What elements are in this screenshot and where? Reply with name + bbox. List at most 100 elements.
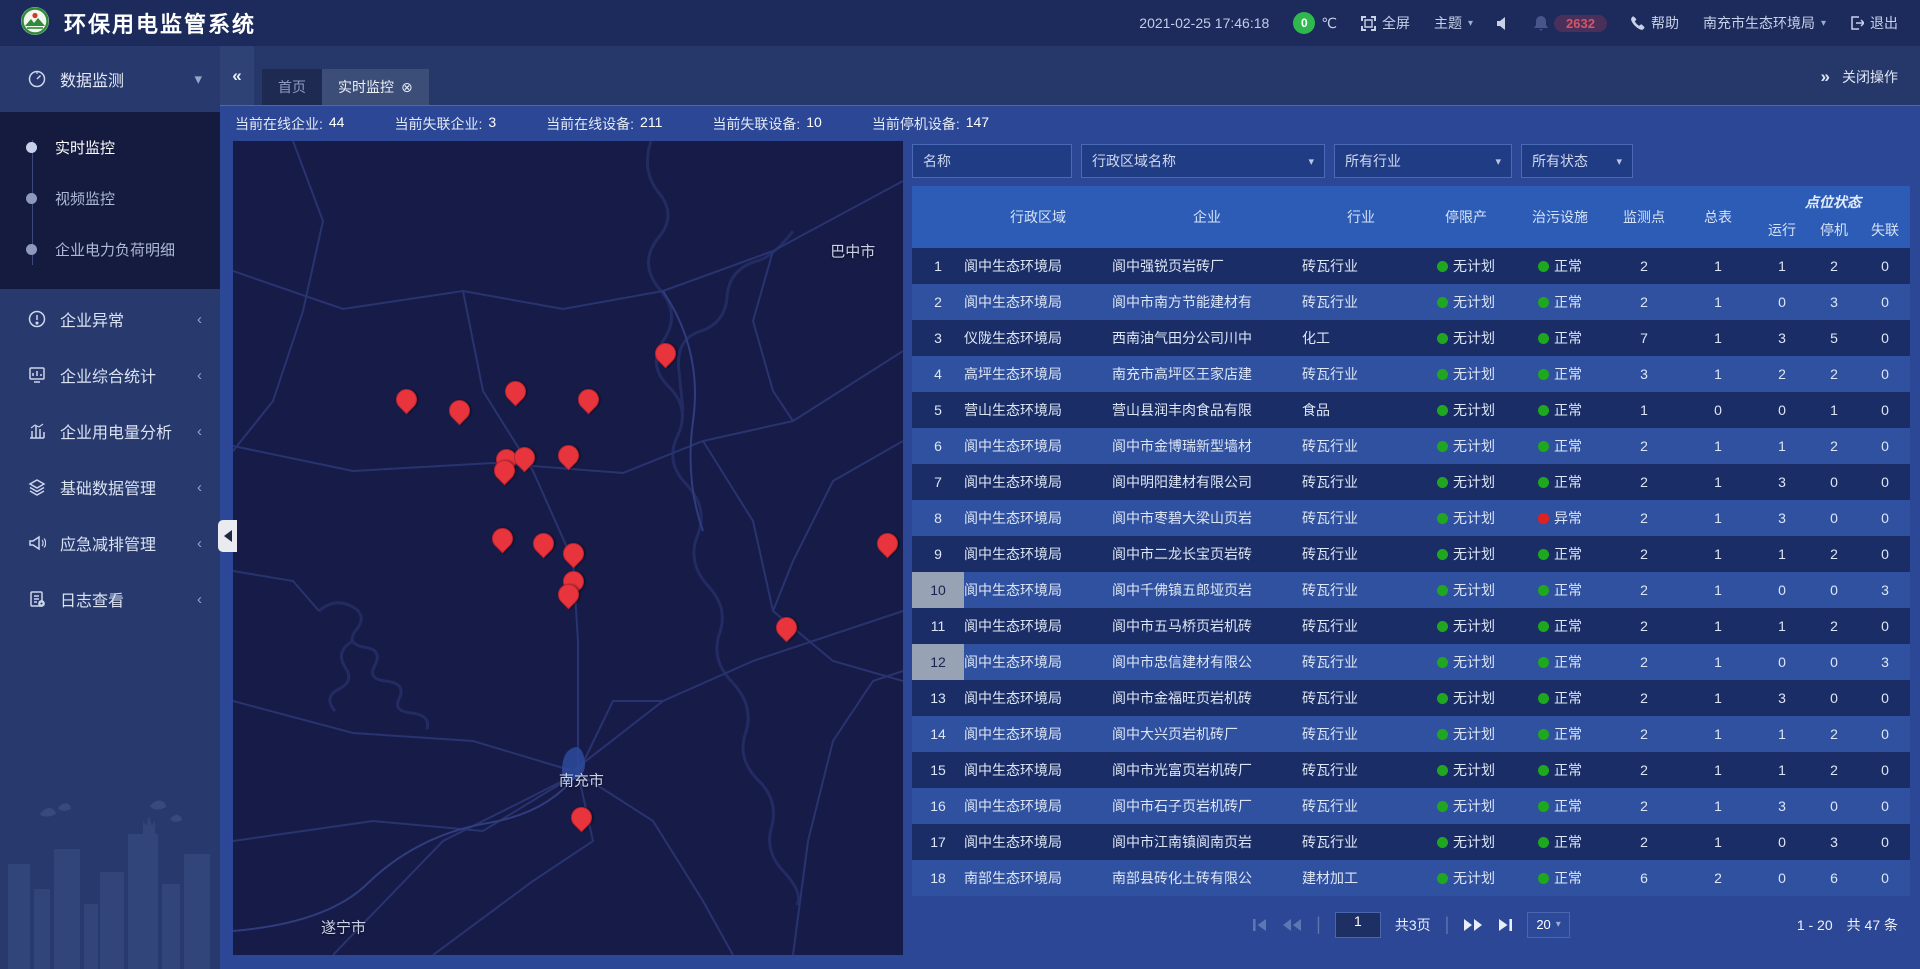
sidebar-item-log-view[interactable]: 日志查看 ‹ — [0, 573, 220, 625]
table-row[interactable]: 1 阆中生态环境局 阆中强锐页岩砖厂 砖瓦行业 无计划 正常 2 1 1 2 0 — [912, 248, 1910, 284]
cell-facility-status: 正常 — [1512, 788, 1608, 824]
logout-button[interactable]: 退出 — [1850, 13, 1898, 33]
green-dot-icon — [1437, 477, 1448, 488]
cell-stop-count: 1 — [1808, 392, 1860, 428]
cell-company: 阆中市南方节能建材有 — [1112, 284, 1302, 320]
cell-monitor-count: 2 — [1608, 428, 1680, 464]
sidebar-item-power-analysis[interactable]: 企业用电量分析 ‹ — [0, 405, 220, 457]
cell-facility-status: 异常 — [1512, 500, 1608, 536]
table-row[interactable]: 14 阆中生态环境局 阆中大兴页岩机砖厂 砖瓦行业 无计划 正常 2 1 1 2… — [912, 716, 1910, 752]
cell-company: 南充市高坪区王家店建 — [1112, 356, 1302, 392]
page-size-select[interactable]: 20▾ — [1527, 912, 1570, 938]
org-dropdown[interactable]: 南充市生态环境局▾ — [1703, 13, 1826, 33]
total-pages-label: 共3页 — [1395, 915, 1431, 935]
table-row[interactable]: 4 高坪生态环境局 南充市高坪区王家店建 砖瓦行业 无计划 正常 3 1 2 2… — [912, 356, 1910, 392]
table-row[interactable]: 16 阆中生态环境局 阆中市石子页岩机砖厂 砖瓦行业 无计划 正常 2 1 3 … — [912, 788, 1910, 824]
table-row[interactable]: 18 南部生态环境局 南部县砖化土砖有限公 建材加工 无计划 正常 6 2 0 … — [912, 860, 1910, 896]
cell-production-status: 无计划 — [1420, 536, 1512, 572]
cell-facility-status: 正常 — [1512, 248, 1608, 284]
cell-company: 阆中市忠信建材有限公 — [1112, 644, 1302, 680]
previous-page-button[interactable] — [1282, 918, 1302, 932]
close-operations-button[interactable]: 关闭操作 — [1842, 67, 1898, 87]
region-select[interactable]: 行政区域名称▾ — [1081, 144, 1325, 178]
tabs-scroll-left-button[interactable]: « — [220, 46, 254, 105]
table-row[interactable]: 13 阆中生态环境局 阆中市金福旺页岩机砖 砖瓦行业 无计划 正常 2 1 3 … — [912, 680, 1910, 716]
status-dot-icon — [1538, 657, 1549, 668]
table-row[interactable]: 5 营山生态环境局 营山县润丰肉食品有限 食品 无计划 正常 1 0 0 1 0 — [912, 392, 1910, 428]
mute-button[interactable] — [1497, 17, 1510, 30]
notifications[interactable]: 2632 — [1534, 15, 1607, 32]
cell-meter-count: 1 — [1680, 428, 1756, 464]
table-row[interactable]: 6 阆中生态环境局 阆中市金博瑞新型墙材 砖瓦行业 无计划 正常 2 1 1 2… — [912, 428, 1910, 464]
chevron-down-icon: ▾ — [1308, 155, 1314, 168]
cell-monitor-count: 2 — [1608, 284, 1680, 320]
speaker-muted-icon — [1497, 17, 1510, 30]
tab-realtime-monitoring[interactable]: 实时监控 ⊗ — [322, 69, 429, 105]
next-page-button[interactable] — [1463, 918, 1483, 932]
fullscreen-button[interactable]: 全屏 — [1361, 13, 1410, 33]
sidebar-item-realtime-monitoring[interactable]: 实时监控 — [0, 122, 220, 173]
status-select[interactable]: 所有状态▾ — [1521, 144, 1633, 178]
bar-chart-icon — [28, 422, 46, 440]
col-group-point-status: 点位状态 — [1756, 186, 1910, 212]
cell-monitor-count: 1 — [1608, 392, 1680, 428]
row-index: 14 — [912, 716, 964, 752]
table-row[interactable]: 7 阆中生态环境局 阆中明阳建材有限公司 砖瓦行业 无计划 正常 2 1 3 0… — [912, 464, 1910, 500]
tab-home[interactable]: 首页 — [262, 69, 322, 105]
sidebar-item-data-monitoring[interactable]: 数据监测 ▾ — [0, 46, 220, 112]
phone-icon — [1631, 16, 1645, 30]
page-number-input[interactable]: 1 — [1335, 912, 1381, 938]
cell-production-status: 无计划 — [1420, 464, 1512, 500]
theme-dropdown[interactable]: 主题▾ — [1434, 13, 1473, 33]
cell-production-status: 无计划 — [1420, 824, 1512, 860]
first-page-button[interactable] — [1252, 918, 1268, 932]
green-dot-icon — [1437, 873, 1448, 884]
cell-industry: 砖瓦行业 — [1302, 608, 1420, 644]
double-chevron-right-icon[interactable]: » — [1821, 67, 1830, 87]
sidebar-item-company-abnormal[interactable]: 企业异常 ‹ — [0, 293, 220, 345]
table-row[interactable]: 15 阆中生态环境局 阆中市光富页岩机砖厂 砖瓦行业 无计划 正常 2 1 1 … — [912, 752, 1910, 788]
status-dot-icon — [1538, 621, 1549, 632]
table-row[interactable]: 10 阆中生态环境局 阆中千佛镇五郎垭页岩 砖瓦行业 无计划 正常 2 1 0 … — [912, 572, 1910, 608]
table-row[interactable]: 9 阆中生态环境局 阆中市二龙长宝页岩砖 砖瓦行业 无计划 正常 2 1 1 2… — [912, 536, 1910, 572]
table-row[interactable]: 2 阆中生态环境局 阆中市南方节能建材有 砖瓦行业 无计划 正常 2 1 0 3… — [912, 284, 1910, 320]
row-index: 6 — [912, 428, 964, 464]
last-page-button[interactable] — [1497, 918, 1513, 932]
row-index: 16 — [912, 788, 964, 824]
help-button[interactable]: 帮助 — [1631, 13, 1679, 33]
cell-lost-count: 0 — [1860, 860, 1910, 896]
green-dot-icon — [1437, 297, 1448, 308]
tab-close-icon[interactable]: ⊗ — [401, 79, 413, 96]
datetime: 2021-02-25 17:46:18 — [1139, 15, 1269, 31]
chevron-left-icon: ‹ — [197, 311, 202, 328]
table-row[interactable]: 3 仪陇生态环境局 西南油气田分公司川中 化工 无计划 正常 7 1 3 5 0 — [912, 320, 1910, 356]
cell-meter-count: 0 — [1680, 392, 1756, 428]
cell-run-count: 0 — [1756, 824, 1808, 860]
cell-facility-status: 正常 — [1512, 644, 1608, 680]
map-panel[interactable]: 巴中市南充市遂宁市 — [233, 141, 903, 955]
cell-company: 阆中市五马桥页岩机砖 — [1112, 608, 1302, 644]
chevron-down-icon: ▾ — [1556, 919, 1561, 930]
green-dot-icon — [1437, 405, 1448, 416]
col-run: 运行 — [1756, 212, 1808, 248]
cell-stop-count: 2 — [1808, 536, 1860, 572]
sidebar-item-emergency-reduction[interactable]: 应急减排管理 ‹ — [0, 517, 220, 569]
sidebar-item-video-monitoring[interactable]: 视频监控 — [0, 173, 220, 224]
sidebar-item-base-data[interactable]: 基础数据管理 ‹ — [0, 461, 220, 513]
row-index: 1 — [912, 248, 964, 284]
row-index: 9 — [912, 536, 964, 572]
table-row[interactable]: 17 阆中生态环境局 阆中市江南镇阆南页岩 砖瓦行业 无计划 正常 2 1 0 … — [912, 824, 1910, 860]
table-row[interactable]: 12 阆中生态环境局 阆中市忠信建材有限公 砖瓦行业 无计划 正常 2 1 0 … — [912, 644, 1910, 680]
map-panel-collapse-handle[interactable] — [218, 520, 237, 552]
bullet-icon — [26, 193, 37, 204]
status-bar: 当前在线企业: 44 当前失联企业: 3 当前在线设备: 211 当前失联设备:… — [220, 105, 1920, 141]
table-row[interactable]: 8 阆中生态环境局 阆中市枣碧大梁山页岩 砖瓦行业 无计划 异常 2 1 3 0… — [912, 500, 1910, 536]
name-search-input[interactable]: 名称 — [912, 144, 1072, 178]
industry-select[interactable]: 所有行业▾ — [1334, 144, 1512, 178]
sidebar-item-power-load-detail[interactable]: 企业电力负荷明细 — [0, 224, 220, 275]
cell-region: 阆中生态环境局 — [964, 500, 1112, 536]
cell-stop-count: 5 — [1808, 320, 1860, 356]
table-row[interactable]: 11 阆中生态环境局 阆中市五马桥页岩机砖 砖瓦行业 无计划 正常 2 1 1 … — [912, 608, 1910, 644]
sidebar-item-company-statistics[interactable]: 企业综合统计 ‹ — [0, 349, 220, 401]
cell-monitor-count: 2 — [1608, 788, 1680, 824]
